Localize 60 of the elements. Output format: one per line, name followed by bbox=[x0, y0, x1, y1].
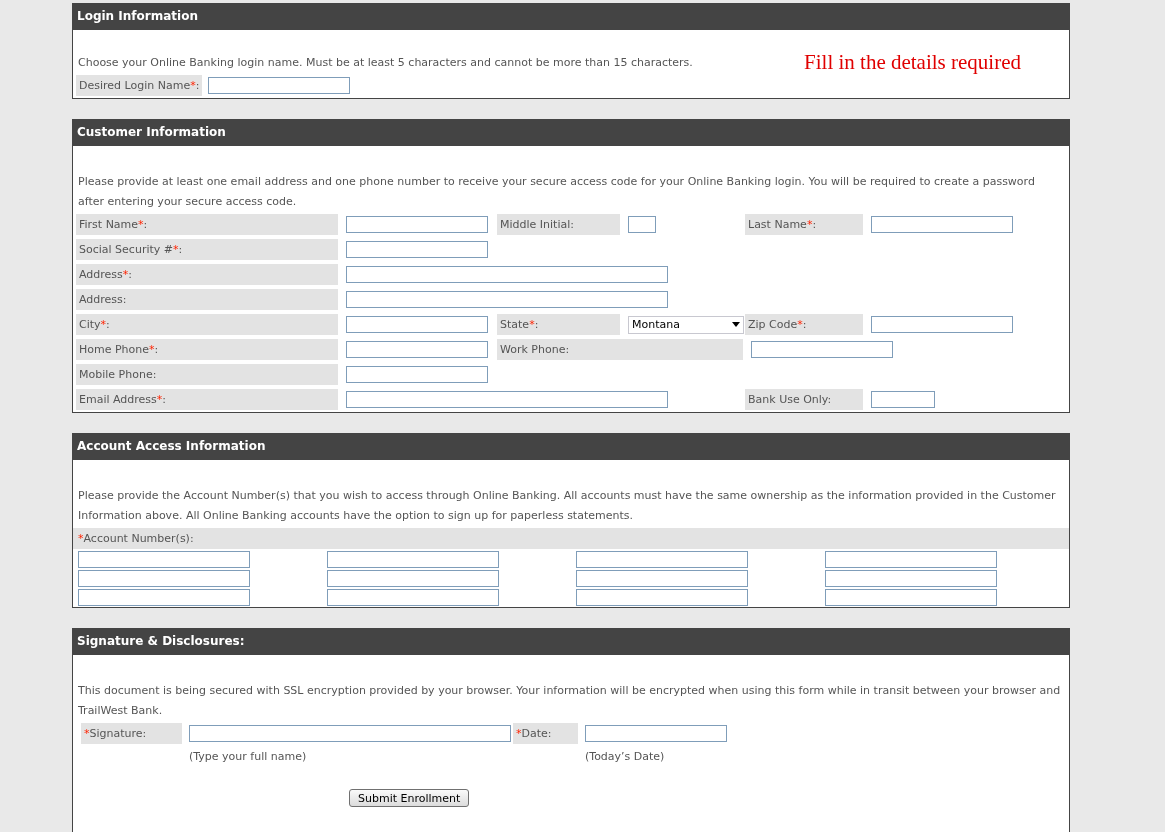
section-header: Account Access Information bbox=[73, 433, 1069, 460]
account-number-field[interactable] bbox=[825, 570, 997, 587]
caret-icon bbox=[732, 322, 740, 327]
field-label: Social Security #*: bbox=[76, 239, 338, 260]
login-name-field[interactable] bbox=[208, 77, 351, 94]
notice-text: Fill in the details required bbox=[804, 50, 1021, 75]
account-number-field[interactable] bbox=[576, 589, 748, 606]
field-label: *Account Number(s): bbox=[73, 528, 1069, 549]
field-label: Work Phone: bbox=[497, 339, 743, 360]
field-label: Address*: bbox=[76, 264, 338, 285]
text-field[interactable] bbox=[346, 266, 668, 283]
text-field[interactable] bbox=[346, 341, 488, 358]
account-number-field[interactable] bbox=[327, 551, 499, 568]
account-number-field[interactable] bbox=[576, 551, 748, 568]
hint-text: (Today’s Date) bbox=[585, 750, 666, 763]
field-label: Middle Initial: bbox=[497, 214, 620, 235]
text-field[interactable] bbox=[871, 391, 935, 408]
instructions-text: Choose your Online Banking login name. Must be at least 5 characters and cannot be more than 15 characters. bbox=[77, 55, 694, 71]
field-label: Last Name*: bbox=[745, 214, 863, 235]
account-number-field[interactable] bbox=[78, 570, 250, 587]
field-label: City*: bbox=[76, 314, 338, 335]
text-field[interactable] bbox=[346, 291, 668, 308]
field-label: Address: bbox=[76, 289, 338, 310]
field-label: Desired Login Name*: bbox=[76, 75, 203, 96]
field-label: Home Phone*: bbox=[76, 339, 338, 360]
instructions-text: Please provide the Account Number(s) that you wish to access through Online Banking. All accounts must have the same ownership as the information provided in the Customer Information above. All Online Banking accounts have the option to sign up for paperless statements. bbox=[77, 488, 1057, 524]
field-label: Mobile Phone: bbox=[76, 364, 338, 385]
text-field[interactable] bbox=[871, 316, 1013, 333]
section-header: Signature & Disclosures: bbox=[73, 628, 1069, 655]
account-number-field[interactable] bbox=[576, 570, 748, 587]
signature-field[interactable] bbox=[189, 725, 511, 742]
state-select[interactable]: Montana bbox=[628, 315, 744, 334]
account-number-field[interactable] bbox=[78, 589, 250, 606]
text-field[interactable] bbox=[346, 241, 488, 258]
date-field[interactable] bbox=[585, 725, 727, 742]
field-label: Email Address*: bbox=[76, 389, 338, 410]
field-label: *Date: bbox=[513, 723, 578, 744]
submit-button[interactable]: Submit Enrollment bbox=[349, 789, 470, 807]
account-number-field[interactable] bbox=[78, 551, 250, 568]
field-label: State*: bbox=[497, 314, 620, 335]
text-field[interactable] bbox=[628, 216, 656, 233]
section-header: Login Information bbox=[73, 3, 1069, 30]
hint-text: (Type your full name) bbox=[189, 750, 308, 763]
text-field[interactable] bbox=[346, 216, 488, 233]
section-header: Customer Information bbox=[73, 119, 1069, 146]
account-number-field[interactable] bbox=[327, 589, 499, 606]
instructions-text: Please provide at least one email address and one phone number to receive your secure access code for your Online Banking login. You will be required to create a password after entering your secure access code. bbox=[77, 174, 1036, 210]
text-field[interactable] bbox=[751, 341, 893, 358]
text-field[interactable] bbox=[346, 316, 488, 333]
account-number-field[interactable] bbox=[825, 589, 997, 606]
account-number-field[interactable] bbox=[825, 551, 997, 568]
text-field[interactable] bbox=[346, 391, 668, 408]
field-label: Zip Code*: bbox=[745, 314, 863, 335]
text-field[interactable] bbox=[346, 366, 488, 383]
instructions-text: This document is being secured with SSL encryption provided by your browser. Your information will be encrypted when using this form while in transit between your browser and TrailWest Bank. bbox=[77, 683, 1062, 719]
account-number-field[interactable] bbox=[327, 570, 499, 587]
field-label: *Signature: bbox=[81, 723, 182, 744]
field-label: First Name*: bbox=[76, 214, 338, 235]
text-field[interactable] bbox=[871, 216, 1013, 233]
field-label: Bank Use Only: bbox=[745, 389, 863, 410]
